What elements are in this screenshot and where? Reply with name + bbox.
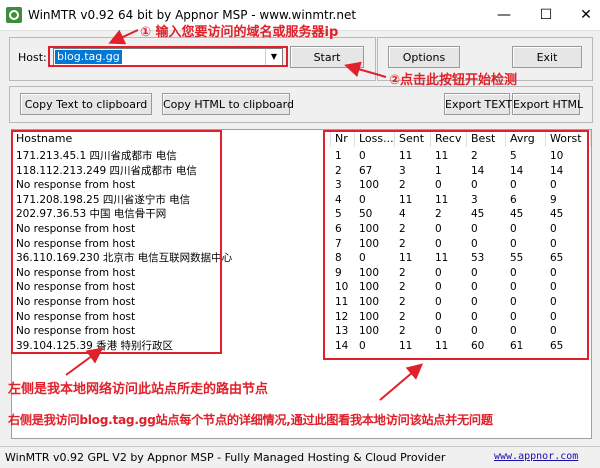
- window-title: WinMTR v0.92 64 bit by Appnor MSP - www.…: [28, 8, 357, 22]
- export-text-button[interactable]: Export TEXT: [444, 93, 512, 115]
- maximize-button[interactable]: ☐: [526, 0, 566, 30]
- copy-html-button[interactable]: Copy HTML to clipboard: [162, 93, 294, 115]
- stats-highlight-box: [323, 130, 589, 360]
- copy-text-button[interactable]: Copy Text to clipboard: [20, 93, 152, 115]
- exit-button[interactable]: Exit: [512, 46, 582, 68]
- hostname-highlight-box: [11, 130, 222, 354]
- annotation-left-note: 左侧是我本地网络访问此站点所走的路由节点: [8, 382, 269, 397]
- status-bar: WinMTR v0.92 GPL V2 by Appnor MSP - Full…: [0, 446, 600, 468]
- annotation-step-1: ① 输入您要访问的域名或服务器ip: [140, 25, 339, 40]
- host-label: Host:: [18, 51, 47, 64]
- host-input-highlight-box: [48, 46, 288, 67]
- status-link[interactable]: www.appnor.com: [494, 451, 578, 462]
- export-html-button[interactable]: Export HTML: [512, 93, 583, 115]
- close-button[interactable]: ✕: [566, 0, 600, 30]
- status-text: WinMTR v0.92 GPL V2 by Appnor MSP - Full…: [5, 451, 446, 464]
- minimize-button[interactable]: —: [484, 0, 524, 30]
- start-button[interactable]: Start: [290, 46, 364, 68]
- annotation-right-note: 右侧是我访问blog.tag.gg站点每个节点的详细情况,通过此图看我本地访问该…: [8, 413, 493, 427]
- annotation-step-2: ②点击此按钮开始检测: [389, 73, 518, 88]
- options-button[interactable]: Options: [388, 46, 460, 68]
- app-icon: [6, 7, 22, 23]
